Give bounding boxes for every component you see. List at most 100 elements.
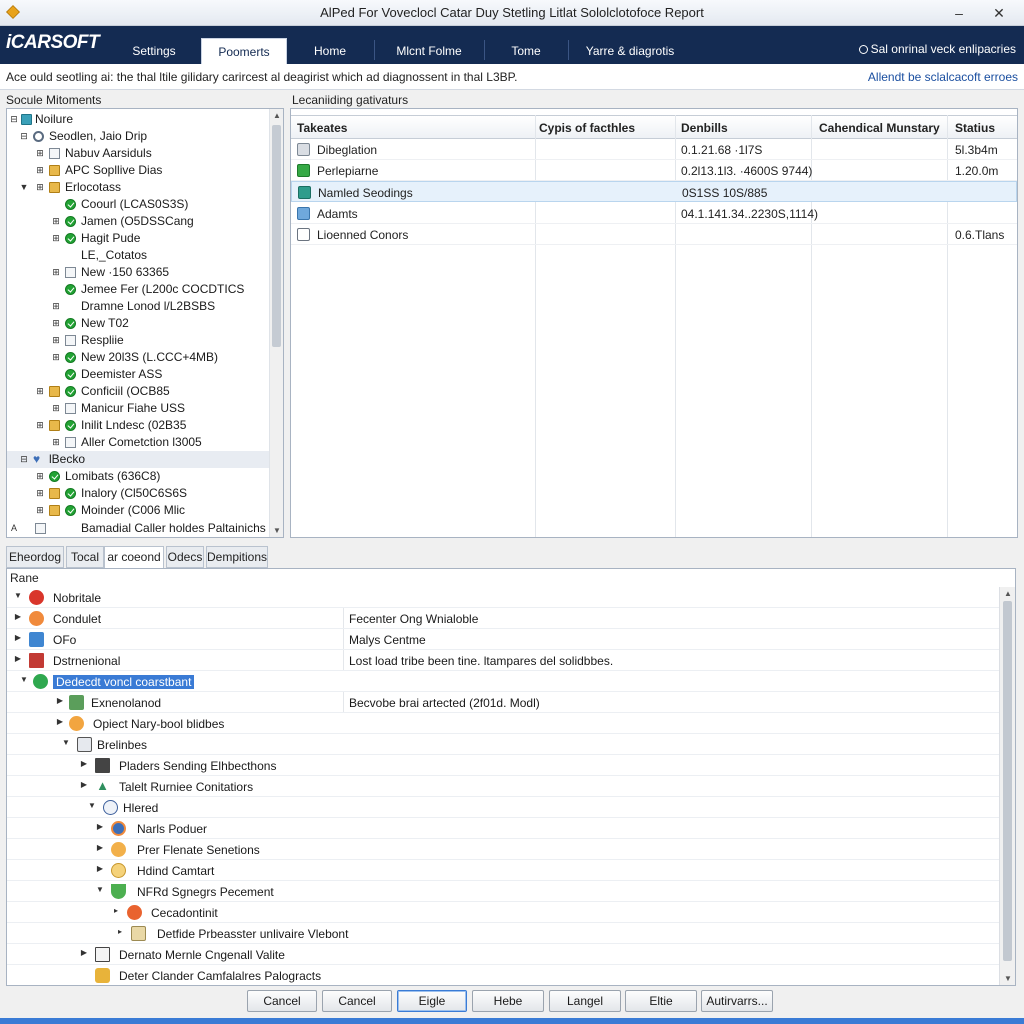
- column-header[interactable]: Takeates: [297, 121, 347, 135]
- expand-toggle[interactable]: ⊞: [35, 485, 45, 502]
- list-item[interactable]: ▶ Exnenolanod Becvobe brai artected (2f0…: [7, 692, 999, 713]
- expand-toggle[interactable]: ⊟: [19, 451, 29, 468]
- expand-toggle[interactable]: ▼: [95, 885, 105, 894]
- expand-toggle[interactable]: ⊞: [51, 434, 61, 451]
- subtab-dempitions[interactable]: Dempitions: [206, 546, 268, 568]
- list-item[interactable]: ▼ Hlered: [7, 797, 999, 818]
- expand-toggle[interactable]: ▸: [115, 927, 125, 936]
- tree-item[interactable]: ⊞ APC Sopllive Dias: [7, 162, 269, 179]
- hebe-button[interactable]: Hebe: [472, 990, 544, 1012]
- expand-toggle[interactable]: ⊞: [51, 213, 61, 230]
- expand-toggle[interactable]: ⊞: [51, 400, 61, 417]
- expand-toggle[interactable]: ⊞: [35, 179, 45, 196]
- list-item[interactable]: ▶ OFo Malys Centme: [7, 629, 999, 650]
- column-header[interactable]: Cypis of facthles: [539, 121, 635, 135]
- expand-toggle[interactable]: A: [9, 520, 19, 537]
- list-item[interactable]: ▶ Narls Poduer: [7, 818, 999, 839]
- expand-toggle[interactable]: ▼: [19, 179, 29, 196]
- expand-toggle[interactable]: ⊞: [51, 315, 61, 332]
- list-item-selected[interactable]: ▼ Dedecdt voncl coarstbant: [7, 671, 999, 692]
- table-row-selected[interactable]: Namled Seodings 0S1SS 10S/885: [291, 181, 1017, 202]
- list-item[interactable]: ▼ Brelinbes: [7, 734, 999, 755]
- scroll-down-icon[interactable]: ▼: [1000, 974, 1015, 983]
- expand-toggle[interactable]: ⊞: [35, 383, 45, 400]
- tree-item[interactable]: ⊞ New T02: [7, 315, 269, 332]
- list-item[interactable]: Deter Clander Camfalalres Palogracts: [7, 965, 999, 985]
- subtab-ar-coeond[interactable]: ar coeond: [104, 546, 164, 569]
- tree-scrollbar[interactable]: ▲ ▼: [269, 109, 283, 537]
- list-item[interactable]: ▶ Prer Flenate Senetions: [7, 839, 999, 860]
- expand-toggle[interactable]: ⊞: [51, 332, 61, 349]
- list-item[interactable]: ▶ Hdind Camtart: [7, 860, 999, 881]
- expand-toggle[interactable]: ⊞: [51, 264, 61, 281]
- expand-toggle[interactable]: ⊞: [51, 298, 61, 315]
- tree-item[interactable]: ⊞ New ·150 63365: [7, 264, 269, 281]
- list-item[interactable]: ▸ Detfide Prbeasster unlivaire Vlebont: [7, 923, 999, 944]
- expand-toggle[interactable]: ▶: [95, 822, 105, 831]
- expand-toggle[interactable]: ▸: [111, 906, 121, 915]
- expand-toggle[interactable]: ⊞: [35, 502, 45, 519]
- eigle-button[interactable]: Eigle: [397, 990, 467, 1012]
- tree-item[interactable]: ⊟ Seodlen, Jaio Drip: [7, 128, 269, 145]
- tree-item[interactable]: Deemister ASS: [7, 366, 269, 383]
- expand-toggle[interactable]: ⊟: [9, 111, 19, 128]
- list-item[interactable]: ▼ Nobritale: [7, 587, 999, 608]
- expand-toggle[interactable]: ⊞: [35, 145, 45, 162]
- expand-toggle[interactable]: ⊞: [35, 162, 45, 179]
- tree-item[interactable]: ⊞ Dramne Lonod l/L2BSBS: [7, 298, 269, 315]
- cancel-button[interactable]: Cancel: [247, 990, 317, 1012]
- expand-toggle[interactable]: ▶: [55, 717, 65, 726]
- langel-button[interactable]: Langel: [549, 990, 621, 1012]
- tab-poomerts[interactable]: Poomerts: [201, 38, 287, 64]
- tree-item[interactable]: ⊞ New 20l3S (L.CCC+4MB): [7, 349, 269, 366]
- expand-toggle[interactable]: ⊞: [51, 230, 61, 247]
- expand-toggle[interactable]: ▼: [61, 738, 71, 747]
- tree-item[interactable]: Coourl (LCAS0S3S): [7, 196, 269, 213]
- expand-toggle[interactable]: ⊞: [51, 349, 61, 366]
- expand-toggle[interactable]: ▼: [19, 675, 29, 684]
- list-item[interactable]: ▶ Dstrnenional Lost load tribe been tine…: [7, 650, 999, 671]
- expand-toggle[interactable]: ▶: [13, 612, 23, 621]
- tree-item[interactable]: ⊞ Aller Cometction l3005: [7, 434, 269, 451]
- expand-toggle[interactable]: ▶: [95, 864, 105, 873]
- scroll-up-icon[interactable]: ▲: [1000, 589, 1015, 598]
- tree-item[interactable]: ⊞ Hagit Pude: [7, 230, 269, 247]
- advanced-button[interactable]: Autirvarrs...: [701, 990, 773, 1012]
- column-header[interactable]: Denbills: [681, 121, 728, 135]
- tree-item[interactable]: ⊞ Nabuv Aarsiduls: [7, 145, 269, 162]
- tree-item[interactable]: A Bamadial Caller holdes Paltainichs: [7, 520, 269, 537]
- tree-item[interactable]: ⊞ Manicur Fiahe USS: [7, 400, 269, 417]
- expand-toggle[interactable]: ▶: [55, 696, 65, 705]
- list-item[interactable]: ▶ Pladers Sending Elhbecthons: [7, 755, 999, 776]
- scroll-up-icon[interactable]: ▲: [270, 111, 283, 120]
- expand-toggle[interactable]: ⊟: [19, 128, 29, 145]
- list-item[interactable]: ▶ ▲ Talelt Rurniee Conitatiors: [7, 776, 999, 797]
- expand-toggle[interactable]: ⊞: [35, 417, 45, 434]
- expand-toggle[interactable]: ▶: [79, 948, 89, 957]
- column-header[interactable]: Cahendical Munstary: [819, 121, 940, 135]
- close-button[interactable]: ✕: [984, 3, 1014, 23]
- expand-toggle[interactable]: ▼: [13, 591, 23, 600]
- tab-home[interactable]: Home: [290, 38, 370, 64]
- expand-toggle[interactable]: ▶: [95, 843, 105, 852]
- brand-status[interactable]: Sal onrinal veck enlipacries: [858, 42, 1016, 56]
- tree-item[interactable]: LE,_Cotatos: [7, 247, 269, 264]
- expand-toggle[interactable]: ▶: [79, 780, 89, 789]
- tree-item[interactable]: ⊞ Respliie: [7, 332, 269, 349]
- cancel-button-2[interactable]: Cancel: [322, 990, 392, 1012]
- detail-scrollbar[interactable]: ▲ ▼: [999, 587, 1015, 985]
- tree-item[interactable]: ⊟ ♥ lBecko: [7, 451, 269, 468]
- tree-item[interactable]: ⊟ Noilure: [7, 111, 269, 128]
- info-link[interactable]: Allendt be sclalcacoft erroes: [868, 70, 1018, 84]
- list-item[interactable]: ▶ Dernato Mernle Cngenall Valite: [7, 944, 999, 965]
- tab-diagnostics[interactable]: Yarre & diagrotis: [572, 38, 688, 64]
- list-item[interactable]: ▸ Cecadontinit: [7, 902, 999, 923]
- expand-toggle[interactable]: ⊞: [35, 468, 45, 485]
- tree-item[interactable]: ⊞ Conficiil (OCB85: [7, 383, 269, 400]
- minimize-button[interactable]: –: [944, 3, 974, 23]
- table-row[interactable]: Adamts 04.1.141.34..2230S,1114): [291, 203, 1017, 224]
- expand-toggle[interactable]: ▶: [13, 633, 23, 642]
- list-item[interactable]: ▶ Condulet Fecenter Ong Wnialoble: [7, 608, 999, 629]
- tree-item[interactable]: ⊞ Lomibats (636C8): [7, 468, 269, 485]
- subtab-tocal[interactable]: Tocal: [66, 546, 104, 568]
